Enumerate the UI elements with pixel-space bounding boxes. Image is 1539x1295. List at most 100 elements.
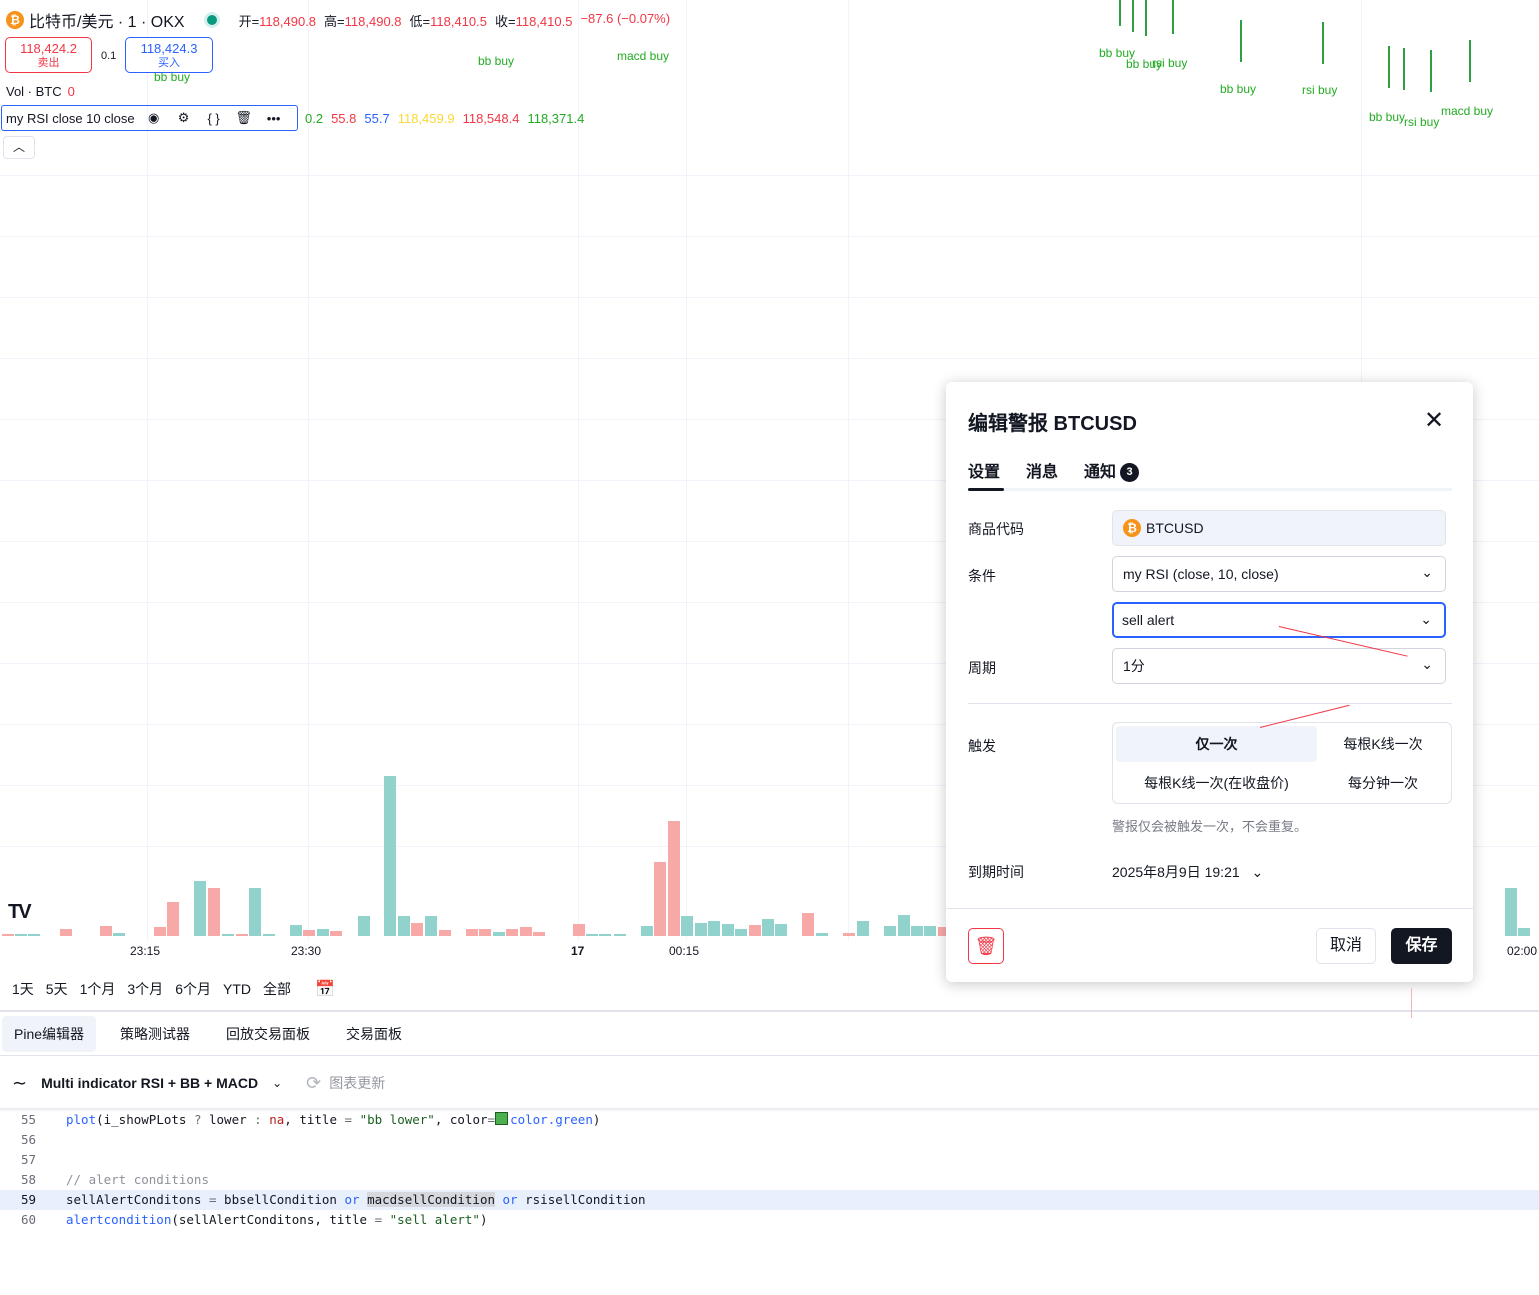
condition-select[interactable]: my RSI (close, 10, close) ⌄ [1112,556,1446,592]
refresh-icon: ⟳ [306,1072,322,1093]
save-button[interactable]: 保存 [1391,928,1452,964]
sell-label: 卖出 [37,57,60,69]
trigger-per-bar-button[interactable]: 每根K线一次 [1317,726,1449,762]
trigger-hint: 警报仅会被触发一次，不会重复。 [1112,819,1308,834]
calendar-icon[interactable]: 📅 [315,979,335,999]
volume-legend[interactable]: Vol · BTC 0 [6,84,75,99]
range-3m-button[interactable]: 3个月 [127,979,163,999]
volume-bar [249,888,261,936]
time-tick: 02:00 [1507,944,1538,958]
symbol-header[interactable]: ₿ 比特币/美元 · 1 · OKX 开=118,490.8 高=118,490.… [6,8,670,32]
sell-button[interactable]: 118,424.2 卖出 [5,37,92,73]
volume-bar [358,916,370,936]
tab-settings[interactable]: 设置 [968,458,1000,482]
indicator-legend[interactable]: my RSI close 10 close ◉ ⚙ { } 🗑 ••• [1,105,298,131]
range-1d-button[interactable]: 1天 [12,979,34,999]
buy-button[interactable]: 118,424.3 买入 [125,37,213,73]
ohlc-key: 收= [494,13,516,29]
range-5d-button[interactable]: 5天 [46,979,68,999]
date-range-bar: 1天 5天 1个月 3个月 6个月 YTD 全部 📅 [0,978,335,1000]
tab-trading-panel[interactable]: 交易面板 [334,1016,414,1052]
volume-bar [573,924,585,936]
more-icon[interactable]: ••• [263,111,285,126]
script-name[interactable]: Multi indicator RSI + BB + MACD [41,1075,258,1091]
code-line[interactable]: 60 alertcondition(sellAlertConditons, tit… [0,1210,1539,1230]
volume-bar [398,916,410,936]
chevron-down-icon: ⌄ [1420,611,1432,627]
condition-sub-select[interactable]: sell alert ⌄ [1112,602,1446,638]
volume-bar [599,934,611,936]
indicator-values: 0.2 55.8 55.7 118,459.9 118,548.4 118,371.4 [305,111,584,126]
signal-label: macd buy [1441,104,1494,118]
tab-pine-editor[interactable]: Pine编辑器 [2,1016,97,1052]
color-swatch-icon[interactable] [495,1112,509,1125]
trash-icon[interactable]: 🗑 [233,110,255,126]
cancel-button[interactable]: 取消 [1316,928,1376,964]
range-all-button[interactable]: 全部 [263,979,291,999]
update-chart-button[interactable]: 图表更新 [329,1073,385,1093]
expiry-select[interactable]: 2025年8月9日 19:21 ⌄ [1112,862,1263,882]
tab-message[interactable]: 消息 [1026,458,1058,482]
eye-icon[interactable]: ◉ [143,110,165,126]
signal-marker-line [1430,50,1432,92]
volume-bar [695,923,707,936]
signal-marker-line [1388,46,1390,88]
volume-bar [317,929,329,936]
ohlc-values: 开=118,490.8 高=118,490.8 低=118,410.5 收=118,4… [239,11,671,30]
volume-bar [816,933,828,936]
code-line[interactable]: 58// alert conditions [0,1170,1539,1190]
signal-label: bb buy [1369,110,1406,124]
volume-bar [194,881,206,936]
volume-bar [857,921,869,936]
indicator-value: 0.2 [305,111,324,126]
chevron-up-icon[interactable]: ︿ [3,136,35,159]
indicator-value: 118,548.4 [462,111,520,126]
panel-divider[interactable] [0,1010,1539,1012]
tab-strategy-tester[interactable]: 策略测试器 [108,1016,202,1052]
code-line[interactable]: 55 plot(i_showPLots ? lower : na, title =… [0,1110,1539,1130]
time-tick: 17 [571,944,585,958]
code-line-current[interactable]: 59 sellAlertConditons = bbsellCondition o… [0,1190,1539,1210]
volume-bar [493,932,505,936]
annotation-stroke [1411,988,1412,1018]
trigger-per-minute-button[interactable]: 每分钟一次 [1317,765,1449,801]
footer-divider [946,908,1473,909]
range-ytd-button[interactable]: YTD [223,981,251,997]
chevron-down-icon: ⌄ [1421,656,1433,672]
bitcoin-icon: ₿ [1123,519,1141,537]
code-editor[interactable]: 55 plot(i_showPLots ? lower : na, title =… [0,1110,1539,1230]
tabs-divider [0,1055,1539,1056]
volume-bar [884,926,896,936]
chevron-down-icon: ⌄ [1251,864,1264,880]
volume-bar [236,934,248,936]
volume-label: Vol · BTC [6,84,62,99]
tab-replay-trading[interactable]: 回放交易面板 [214,1016,322,1052]
pine-editor-toolbar: ∼ Multi indicator RSI + BB + MACD ⌄ ⟳ 图表… [0,1064,385,1102]
active-tab-indicator [968,488,1004,491]
signal-label: rsi buy [1302,83,1338,97]
chevron-down-icon[interactable]: ⌄ [272,1076,282,1090]
trigger-label: 触发 [968,738,996,754]
code-line[interactable]: 56 [0,1130,1539,1150]
sell-price: 118,424.2 [20,41,77,56]
delete-alert-button[interactable]: 🗑 [968,928,1004,964]
range-1m-button[interactable]: 1个月 [80,979,116,999]
close-icon[interactable]: ✕ [1424,406,1444,435]
indicator-name[interactable]: my RSI close 10 close [6,111,135,126]
volume-value: 0 [67,84,75,99]
symbol-name[interactable]: 比特币/美元 · 1 · OKX [29,8,185,32]
ohlc-value: −87.6 (−0.07%) [580,10,671,26]
volume-bar [15,934,27,936]
tab-notifications[interactable]: 通知 3 [1084,458,1140,482]
range-6m-button[interactable]: 6个月 [175,979,211,999]
volume-bar [425,916,437,936]
code-line[interactable]: 57 [0,1150,1539,1170]
signal-label: rsi buy [1404,115,1440,129]
settings-icon[interactable]: ⚙ [173,110,195,126]
volume-bar [330,931,342,936]
period-label: 周期 [968,660,996,676]
volume-bar [654,862,666,936]
source-code-icon[interactable]: { } [203,111,225,126]
trigger-per-bar-close-button[interactable]: 每根K线一次(在收盘价) [1116,765,1317,801]
trigger-once-button[interactable]: 仅一次 [1116,726,1317,762]
